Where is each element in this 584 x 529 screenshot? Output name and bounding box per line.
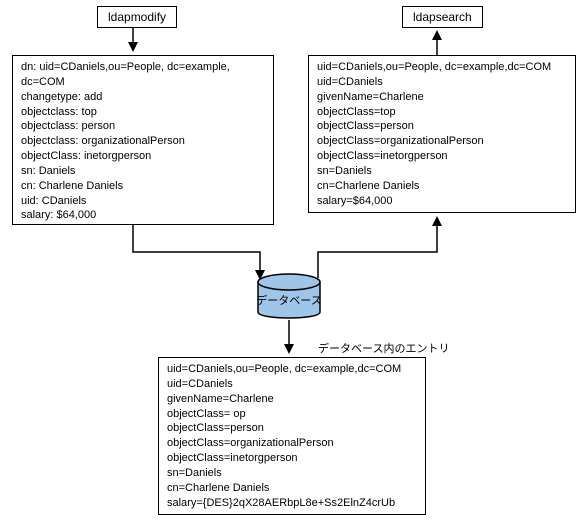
text-line: uid=CDaniels,ou=People, dc=example,dc=CO… — [167, 362, 417, 377]
text-line: sn=Daniels — [317, 164, 567, 179]
text-line: givenName=Charlene — [167, 392, 417, 407]
ldapsearch-label: ldapsearch — [402, 6, 483, 28]
database-icon — [258, 274, 320, 318]
text-line: sn=Daniels — [167, 466, 417, 481]
text-line: sn: Daniels — [21, 164, 265, 179]
text-line: salary: $64,000 — [21, 208, 265, 223]
text-line: uid=CDaniels,ou=People, dc=example,dc=CO… — [317, 60, 567, 75]
text-line: salary=$64,000 — [317, 194, 567, 209]
text-line: objectclass: organizationalPerson — [21, 134, 265, 149]
text-line: uid: CDaniels — [21, 194, 265, 209]
text-line: uid=CDaniels — [317, 75, 567, 90]
text-line: cn=Charlene Daniels — [317, 179, 567, 194]
text-line: objectClass=inetorgperson — [167, 451, 417, 466]
ldapmodify-box: dn: uid=CDaniels,ou=People, dc=example,d… — [12, 55, 274, 225]
db-entry-annotation: データベース内のエントリ — [318, 340, 449, 356]
text-line: givenName=Charlene — [317, 90, 567, 105]
text-line: objectClass=organizationalPerson — [167, 436, 417, 451]
db-entry-annotation-text: データベース内のエントリ — [318, 343, 449, 355]
db-entry-box: uid=CDaniels,ou=People, dc=example,dc=CO… — [158, 357, 426, 515]
ldapsearch-box: uid=CDaniels,ou=People, dc=example,dc=CO… — [308, 55, 576, 213]
text-line: objectclass: person — [21, 119, 265, 134]
text-line: objectClass= op — [167, 407, 417, 422]
text-line: dc=COM — [21, 75, 265, 90]
ldapsearch-label-text: ldapsearch — [413, 10, 472, 24]
text-line: objectClass=organizationalPerson — [317, 134, 567, 149]
text-line: salary={DES}2qX28AERbpL8e+Ss2ElnZ4crUb — [167, 496, 417, 511]
text-line: cn=Charlene Daniels — [167, 481, 417, 496]
text-line: objectClass=person — [167, 421, 417, 436]
text-line: changetype: add — [21, 90, 265, 105]
text-line: objectClass=top — [317, 105, 567, 120]
text-line: cn: Charlene Daniels — [21, 179, 265, 194]
database-label: データベース — [256, 293, 321, 307]
text-line: objectClass=person — [317, 119, 567, 134]
text-line: uid=CDaniels — [167, 377, 417, 392]
text-line: objectClass: inetorgperson — [21, 149, 265, 164]
text-line: objectClass=inetorgperson — [317, 149, 567, 164]
ldapmodify-label: ldapmodify — [97, 6, 177, 28]
ldapmodify-label-text: ldapmodify — [108, 10, 166, 24]
text-line: objectclass: top — [21, 105, 265, 120]
text-line: dn: uid=CDaniels,ou=People, dc=example, — [21, 60, 265, 75]
